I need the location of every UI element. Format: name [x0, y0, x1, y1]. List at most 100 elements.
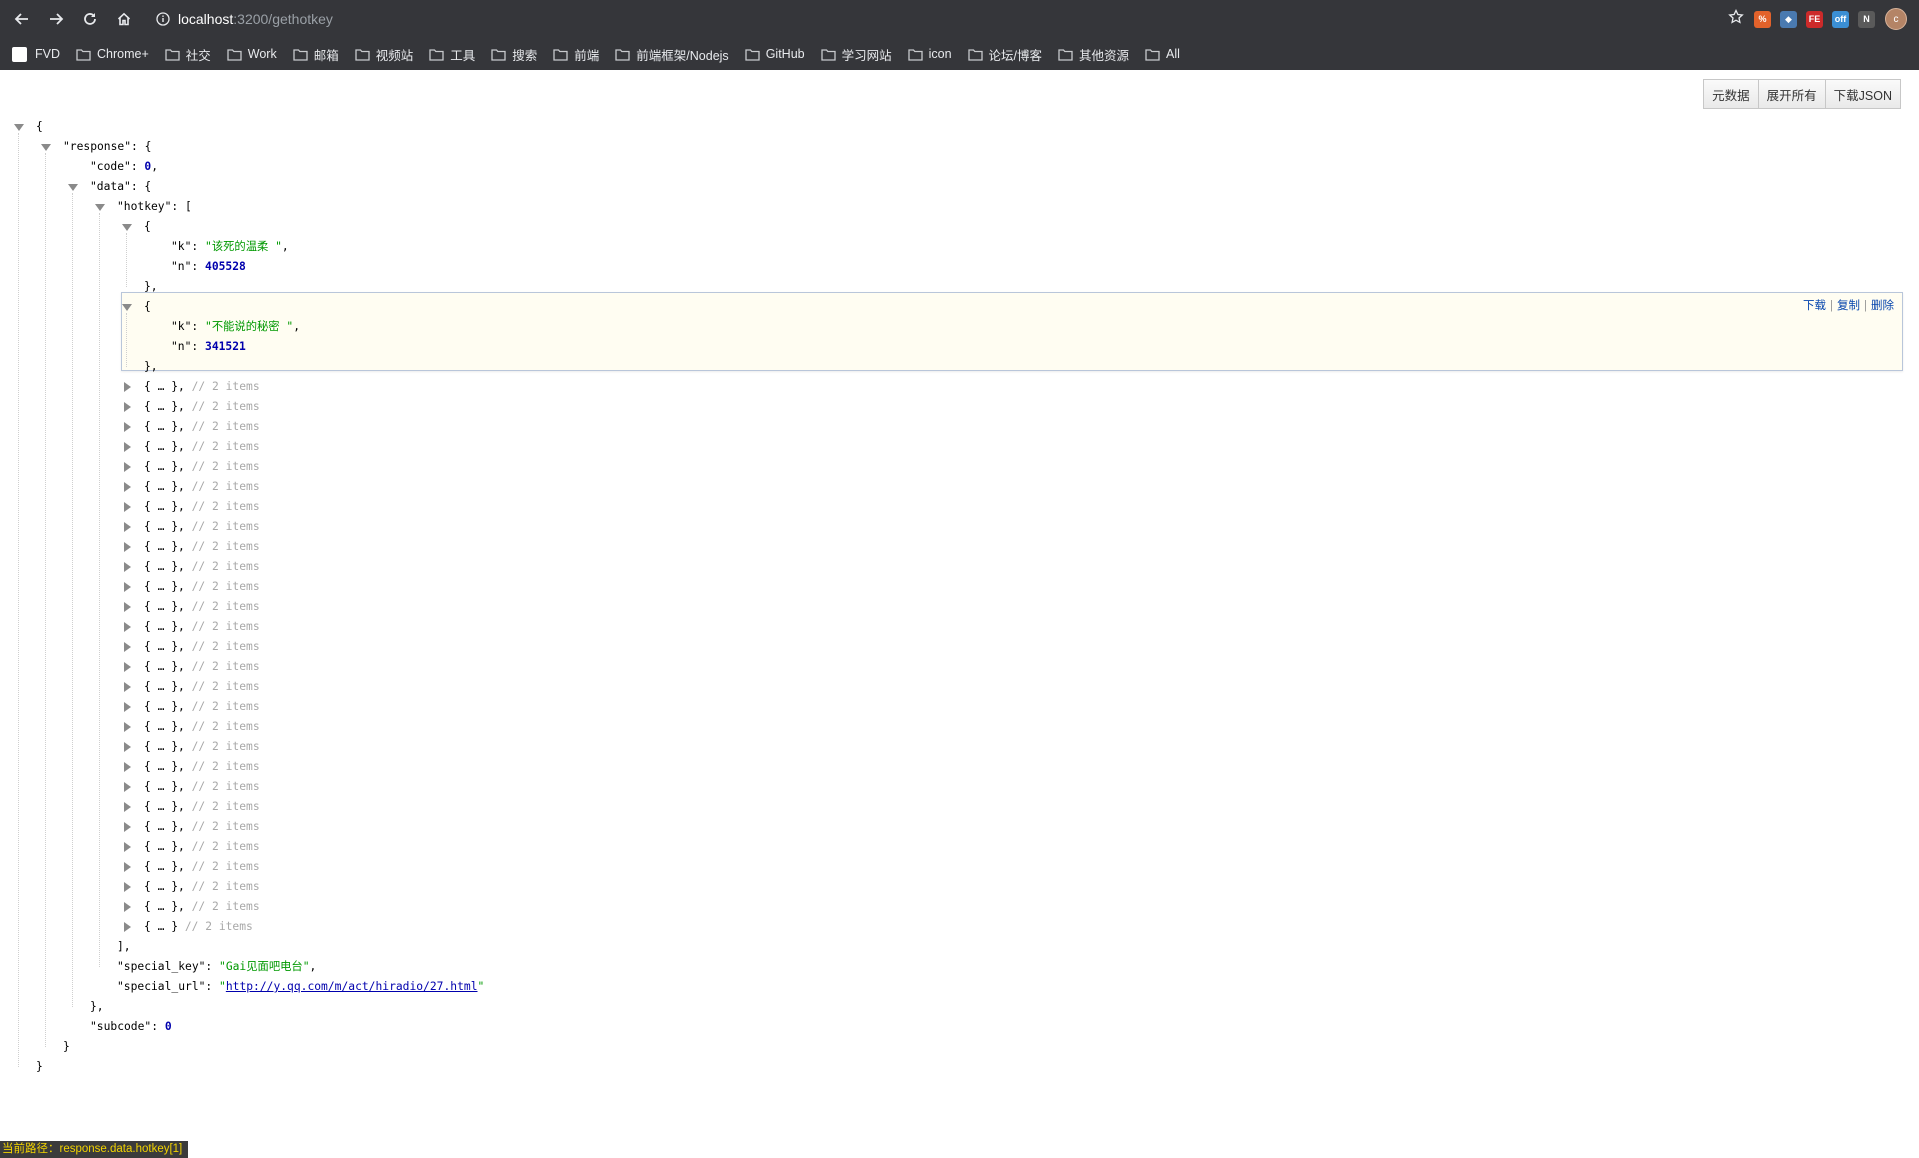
extension-icon-4[interactable]: off: [1832, 10, 1849, 28]
json-object-close: },: [0, 277, 1919, 297]
forward-button[interactable]: [40, 3, 72, 35]
collapse-arrow-icon[interactable]: [122, 482, 132, 494]
indent-guide: [72, 193, 73, 1007]
expand-arrow-icon[interactable]: [68, 182, 78, 194]
bookmark-label: 前端框架/Nodejs: [636, 48, 729, 63]
collapse-arrow-icon[interactable]: [122, 402, 132, 414]
json-token: : {: [131, 140, 152, 153]
extension-icon-5[interactable]: N: [1858, 10, 1875, 28]
collapse-arrow-icon[interactable]: [122, 562, 132, 574]
bookmark-item[interactable]: 视频站: [355, 45, 413, 64]
back-button[interactable]: [6, 3, 38, 35]
bookmark-item[interactable]: icon: [907, 47, 952, 61]
json-token: ,: [178, 680, 192, 693]
bookmark-item[interactable]: GitHub: [745, 47, 805, 61]
expand-arrow-icon[interactable]: [95, 202, 105, 214]
collapse-arrow-icon[interactable]: [122, 422, 132, 434]
collapse-arrow-icon[interactable]: [122, 442, 132, 454]
collapse-arrow-icon[interactable]: [122, 902, 132, 914]
bookmark-item[interactable]: 其他资源: [1058, 45, 1129, 64]
item-count-comment: // 2 items: [191, 880, 260, 893]
collapse-arrow-icon[interactable]: [122, 802, 132, 814]
collapse-arrow-icon[interactable]: [122, 602, 132, 614]
bookmark-label: GitHub: [765, 47, 805, 61]
bookmark-item[interactable]: 社交: [165, 45, 211, 64]
folder-icon: [820, 48, 836, 61]
bookmark-item[interactable]: 前端: [553, 45, 599, 64]
collapsed-object: { … }: [144, 860, 179, 873]
bookmark-item[interactable]: 前端框架/Nodejs: [615, 45, 729, 64]
collapse-arrow-icon[interactable]: [122, 642, 132, 654]
json-token: {: [36, 120, 43, 133]
current-path-status: 当前路径：response.data.hotkey[1]: [0, 1141, 189, 1158]
url-host: localhost: [178, 11, 234, 27]
address-bar[interactable]: localhost:3200/gethotkey: [146, 4, 1718, 34]
collapse-arrow-icon[interactable]: [122, 742, 132, 754]
collapse-arrow-icon[interactable]: [122, 862, 132, 874]
reload-button[interactable]: [74, 3, 106, 35]
special-url-link[interactable]: http://y.qq.com/m/act/hiradio/27.html: [226, 980, 478, 993]
expand-all-button[interactable]: 展开所有: [1757, 79, 1826, 109]
folder-icon: [355, 48, 370, 61]
collapse-arrow-icon[interactable]: [122, 522, 132, 534]
item-count-comment: // 2 items: [191, 640, 260, 653]
bookmark-item[interactable]: All: [1145, 47, 1180, 61]
collapse-arrow-icon[interactable]: [122, 582, 132, 594]
collapsed-object: { … }: [144, 600, 179, 613]
metadata-button[interactable]: 元数据: [1703, 79, 1759, 109]
expand-arrow-icon[interactable]: [14, 122, 24, 134]
collapse-arrow-icon[interactable]: [122, 762, 132, 774]
collapse-arrow-icon[interactable]: [122, 722, 132, 734]
json-key: "code": [90, 160, 131, 173]
bookmark-item[interactable]: Chrome+: [76, 47, 149, 61]
collapse-arrow-icon[interactable]: [122, 922, 132, 934]
extension-icon-2[interactable]: ◆: [1780, 10, 1797, 28]
bookmark-item[interactable]: 工具: [429, 45, 475, 64]
item-count-comment: // 2 items: [191, 500, 260, 513]
collapse-arrow-icon[interactable]: [122, 502, 132, 514]
extension-icon-1[interactable]: %: [1754, 10, 1771, 28]
collapse-arrow-icon[interactable]: [122, 882, 132, 894]
indent-guide: [18, 133, 19, 1067]
bookmark-item[interactable]: 搜索: [491, 45, 537, 64]
collapse-arrow-icon[interactable]: [122, 782, 132, 794]
collapsed-object: { … }: [144, 460, 179, 473]
collapse-arrow-icon[interactable]: [122, 622, 132, 634]
collapse-arrow-icon[interactable]: [122, 682, 132, 694]
bookmark-item[interactable]: 论坛/博客: [967, 45, 1042, 64]
home-button[interactable]: [108, 3, 140, 35]
collapsed-object: { … }: [144, 800, 179, 813]
json-key: "special_url": [117, 980, 206, 993]
bookmark-item[interactable]: 学习网站: [820, 45, 892, 64]
bookmark-label: 其他资源: [1079, 48, 1130, 63]
json-token: : {: [130, 180, 152, 193]
json-object-close: },: [0, 997, 1919, 1017]
bookmark-label: 工具: [450, 48, 476, 63]
bookmark-item[interactable]: 邮箱: [293, 45, 339, 64]
collapse-arrow-icon[interactable]: [122, 822, 132, 834]
expand-arrow-icon[interactable]: [122, 302, 132, 314]
collapse-arrow-icon[interactable]: [122, 702, 132, 714]
expand-arrow-icon[interactable]: [41, 142, 51, 154]
json-quote: ": [477, 980, 485, 993]
expand-arrow-icon[interactable]: [122, 222, 132, 234]
info-icon[interactable]: [156, 12, 170, 26]
bookmark-star-icon[interactable]: [1728, 8, 1744, 30]
extension-icon-3[interactable]: FE: [1806, 10, 1823, 28]
download-json-button[interactable]: 下载JSON: [1824, 79, 1901, 109]
collapsed-object: { … }: [144, 380, 179, 393]
browser-chrome: localhost:3200/gethotkey % ◆ FE off N c FVD C…: [0, 0, 1919, 70]
bookmark-label: 社交: [185, 48, 211, 63]
collapse-arrow-icon[interactable]: [122, 462, 132, 474]
collapsed-item: { … }, // 2 items: [0, 717, 1919, 737]
folder-icon: [76, 48, 91, 61]
bookmark-item[interactable]: Work: [227, 47, 277, 61]
profile-avatar[interactable]: c: [1885, 8, 1907, 30]
collapse-arrow-icon[interactable]: [122, 662, 132, 674]
json-string: "该死的温柔 ": [205, 240, 282, 253]
collapsed-item: { … }, // 2 items: [0, 657, 1919, 677]
collapse-arrow-icon[interactable]: [122, 842, 132, 854]
collapse-arrow-icon[interactable]: [122, 542, 132, 554]
bookmark-item[interactable]: FVD: [12, 46, 60, 62]
collapse-arrow-icon[interactable]: [122, 382, 132, 394]
